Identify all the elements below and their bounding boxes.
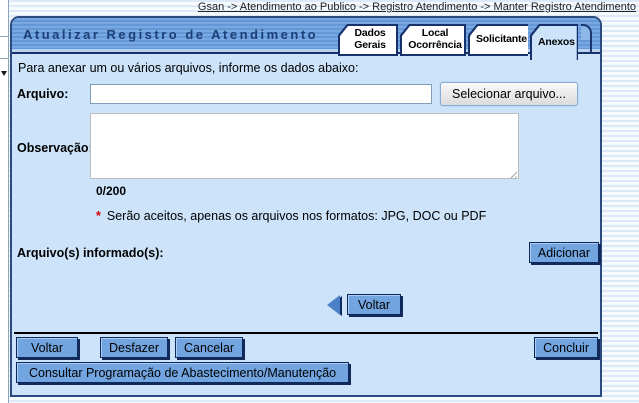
formats-note-text: Serão aceitos, apenas os arquivos nos fo… <box>107 209 486 223</box>
file-field-row: Arquivo: Selecionar arquivo... <box>12 82 600 106</box>
back-navigation-row: Voltar <box>12 294 600 315</box>
file-label: Arquivo: <box>12 87 90 101</box>
tab-dados-gerais[interactable]: Dados Gerais <box>338 24 398 56</box>
frame-divider <box>0 58 9 59</box>
select-file-button[interactable]: Selecionar arquivo... <box>440 82 578 106</box>
file-path-input[interactable] <box>90 84 432 104</box>
intro-text: Para anexar um ou vários arquivos, infor… <box>18 61 600 75</box>
informed-files-row: Arquivo(s) informado(s): Adicionar <box>12 242 600 263</box>
left-arrow-icon <box>327 295 340 315</box>
required-asterisk: * <box>96 209 101 223</box>
formats-note: * Serão aceitos, apenas os arquivos nos f… <box>96 209 600 223</box>
add-button[interactable]: Adicionar <box>529 242 599 263</box>
left-frame-edge <box>0 0 9 403</box>
back-center-button[interactable]: Voltar <box>347 294 401 315</box>
observation-label: Observação: <box>12 141 90 155</box>
consult-schedule-button[interactable]: Consultar Programação de Abastecimento/M… <box>16 362 349 383</box>
tab-anexos[interactable]: Anexos <box>530 24 578 60</box>
tab-strip-end-decoration <box>581 24 592 54</box>
tab-local-ocorrencia[interactable]: Local Ocorrência <box>400 24 466 56</box>
page-title: Atualizar Registro de Atendimento <box>23 27 318 42</box>
update-service-record-panel: Atualizar Registro de Atendimento Dados … <box>10 16 602 397</box>
frame-divider <box>0 36 9 37</box>
consult-row: Consultar Programação de Abastecimento/M… <box>12 362 600 383</box>
scrollbar-arrow-icon <box>1 71 7 76</box>
title-bar: Atualizar Registro de Atendimento Dados … <box>12 18 600 54</box>
char-counter: 0/200 <box>96 184 600 198</box>
back-button[interactable]: Voltar <box>16 337 78 358</box>
finish-button[interactable]: Concluir <box>534 337 598 358</box>
informed-files-label: Arquivo(s) informado(s): <box>12 246 164 260</box>
undo-button[interactable]: Desfazer <box>100 337 168 358</box>
tab-strip: Dados Gerais Local Ocorrência Solicitant… <box>338 24 592 58</box>
form-content: Para anexar um ou vários arquivos, infor… <box>12 61 600 383</box>
breadcrumb: Gsan -> Atendimento ao Publico -> Regist… <box>198 1 636 13</box>
observation-field-row: Observação: <box>12 113 600 182</box>
footer-button-row: Voltar Desfazer Cancelar Concluir <box>12 337 600 358</box>
observation-textarea[interactable] <box>90 113 519 179</box>
cancel-button[interactable]: Cancelar <box>175 337 243 358</box>
tab-solicitante[interactable]: Solicitante <box>468 24 528 56</box>
footer-divider <box>14 332 598 334</box>
